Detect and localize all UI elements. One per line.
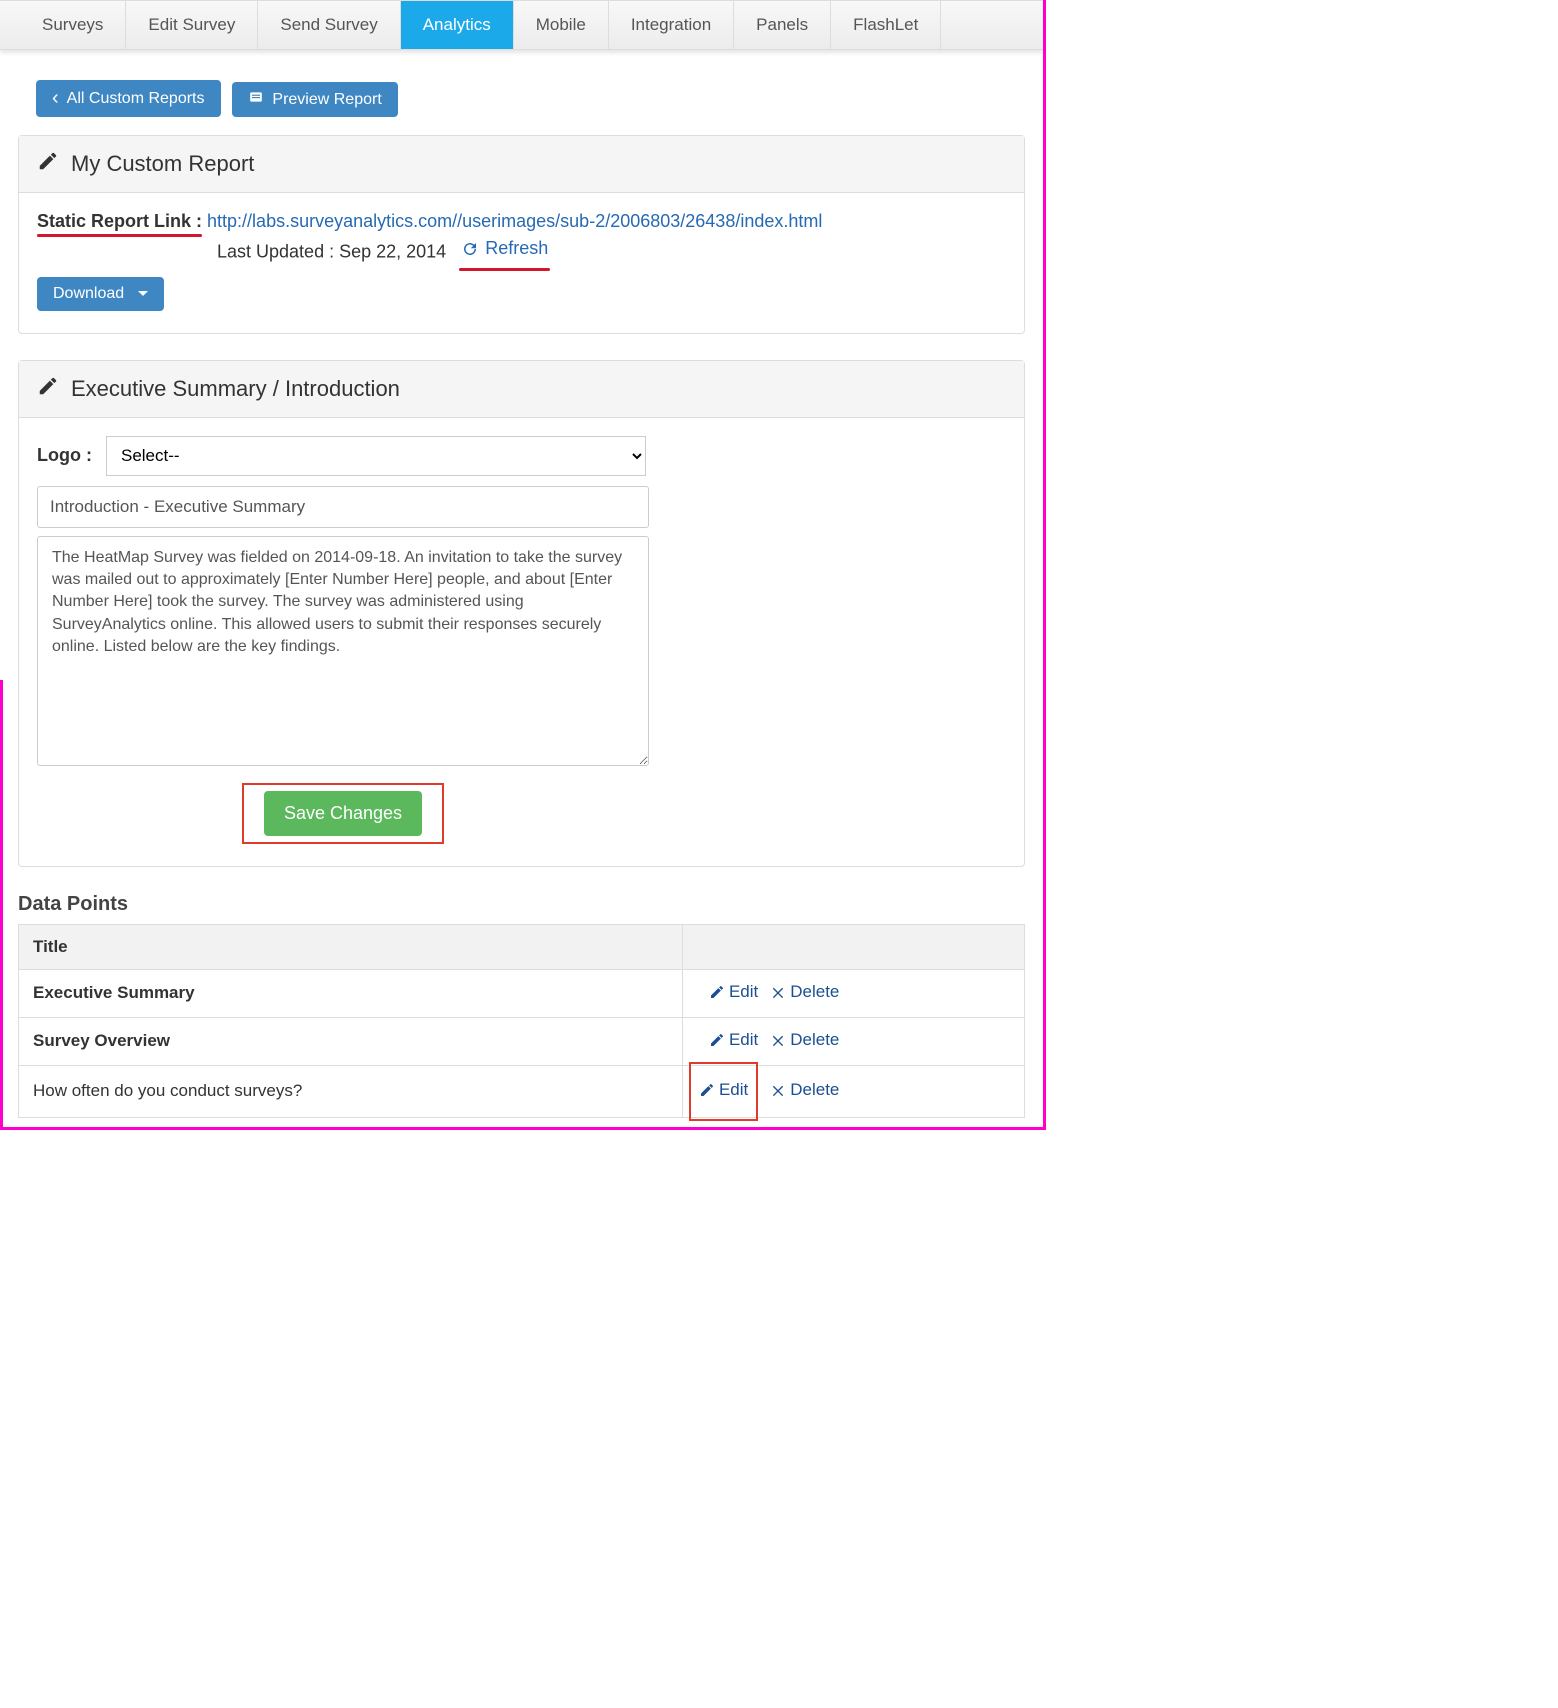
static-link-row: Static Report Link : http://labs.surveya… (37, 211, 1006, 232)
last-updated-value: Sep 22, 2014 (339, 242, 446, 262)
row-actions: Edit Delete (682, 1065, 1024, 1117)
preview-report-button[interactable]: Preview Report (232, 82, 397, 117)
save-changes-button[interactable]: Save Changes (264, 791, 422, 836)
nav-tab-mobile[interactable]: Mobile (514, 1, 608, 49)
panel-title: My Custom Report (71, 151, 254, 177)
edit-link[interactable]: Edit (709, 982, 758, 1002)
save-highlight-box: Save Changes (242, 783, 444, 844)
nav-tab-send-survey[interactable]: Send Survey (258, 1, 399, 49)
nav-tab-integration[interactable]: Integration (609, 1, 733, 49)
edit-icon (37, 150, 59, 178)
table-row: How often do you conduct surveys? Edit Del… (19, 1065, 1025, 1117)
data-points-title: Data Points (18, 893, 1025, 916)
row-actions: Edit Delete (682, 969, 1024, 1017)
logo-select[interactable]: Select-- (106, 436, 646, 476)
row-title: Executive Summary (19, 969, 683, 1017)
last-updated-label: Last Updated : (217, 242, 339, 262)
executive-summary-panel: Executive Summary / Introduction Logo : … (18, 360, 1025, 867)
preview-report-label: Preview Report (272, 91, 381, 109)
all-custom-reports-label: All Custom Reports (67, 90, 205, 108)
table-row: Executive Summary Edit Delete (19, 969, 1025, 1017)
nav-tab-flashlet[interactable]: FlashLet (831, 1, 940, 49)
main-nav: SurveysEdit SurveySend SurveyAnalyticsMo… (0, 0, 1043, 50)
edit-highlight-box: Edit (689, 1062, 758, 1121)
edit-link[interactable]: Edit (709, 1030, 758, 1050)
download-label: Download (53, 285, 124, 303)
delete-link[interactable]: Delete (770, 1080, 839, 1100)
table-row: Survey Overview Edit Delete (19, 1017, 1025, 1065)
row-title: How often do you conduct surveys? (19, 1065, 683, 1117)
table-header-actions (682, 924, 1024, 969)
row-title: Survey Overview (19, 1017, 683, 1065)
save-changes-label: Save Changes (284, 803, 402, 824)
edit-link[interactable]: Edit (699, 1080, 748, 1100)
delete-link[interactable]: Delete (770, 1030, 839, 1050)
chevron-left-icon (52, 88, 59, 109)
exec-panel-title: Executive Summary / Introduction (71, 376, 400, 402)
table-header-title: Title (19, 924, 683, 969)
preview-icon (248, 90, 264, 109)
all-custom-reports-button[interactable]: All Custom Reports (36, 80, 221, 117)
my-custom-report-panel: My Custom Report Static Report Link : ht… (18, 135, 1025, 334)
row-actions: Edit Delete (682, 1017, 1024, 1065)
delete-link[interactable]: Delete (770, 982, 839, 1002)
nav-tab-edit-survey[interactable]: Edit Survey (126, 1, 257, 49)
nav-tab-surveys[interactable]: Surveys (20, 1, 125, 49)
refresh-link[interactable]: Refresh (461, 238, 548, 259)
refresh-label: Refresh (485, 238, 548, 259)
nav-tab-analytics[interactable]: Analytics (401, 1, 513, 49)
download-button[interactable]: Download (37, 277, 164, 311)
executive-summary-heading: Executive Summary / Introduction (19, 361, 1024, 418)
intro-body-textarea[interactable]: The HeatMap Survey was fielded on 2014-0… (37, 536, 649, 766)
static-report-link[interactable]: http://labs.surveyanalytics.com//userima… (207, 211, 822, 231)
nav-tab-panels[interactable]: Panels (734, 1, 830, 49)
my-custom-report-heading: My Custom Report (19, 136, 1024, 193)
static-link-label: Static Report Link : (37, 211, 202, 231)
intro-title-input[interactable] (37, 486, 649, 528)
last-updated-row: Last Updated : Sep 22, 2014 Refresh (217, 238, 1006, 263)
toolbar: All Custom Reports Preview Report (0, 50, 1043, 135)
data-points-table: Title Executive SummaryEditDeleteSurvey … (18, 924, 1025, 1118)
edit-icon (37, 375, 59, 403)
refresh-icon (461, 240, 479, 258)
logo-label: Logo : (37, 445, 92, 466)
caret-down-icon (138, 291, 148, 296)
